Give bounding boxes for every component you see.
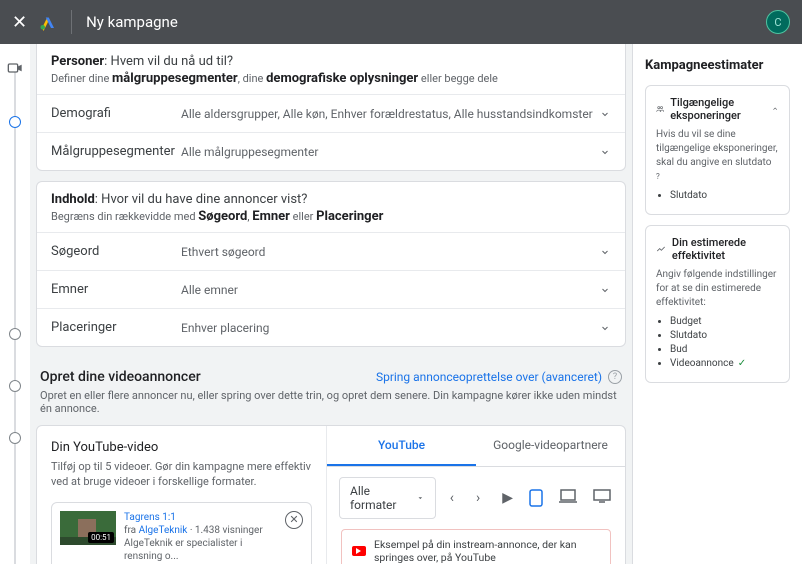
sidebar: Kampagneestimater Tilgængelige eksponeri… [632,44,802,564]
tab-youtube[interactable]: YouTube [327,426,476,466]
step-next-3[interactable] [9,432,21,444]
chevron-down-icon [599,246,611,258]
content-section-header: Indhold: Hvor vil du have dine annoncer … [37,182,625,232]
video-item: 00:51 Tagrens 1:1 fra AlgeTeknik · 1.438… [51,502,312,564]
row-emner[interactable]: Emner Alle emner [37,270,625,308]
check-icon: ✓ [738,358,746,369]
video-channel-link[interactable]: AlgeTeknik [139,525,188,536]
skip-ad-creation-link[interactable]: Spring annonceoprettelse over (avanceret… [376,370,602,384]
app-header: ✕ Ny kampagne C [0,0,802,44]
row-malgruppesegmenter[interactable]: Målgruppesegmenter Alle målgruppesegment… [37,132,625,170]
available-impressions-box: Tilgængelige eksponeringer Hvis du vil s… [645,85,790,215]
device-mobile-icon[interactable] [527,487,545,509]
row-sogeord[interactable]: Søgeord Ethvert søgeord [37,232,625,270]
device-laptop-icon[interactable] [557,487,579,509]
chevron-down-icon [599,284,611,296]
chevron-up-icon[interactable] [771,103,779,115]
video-duration: 00:51 [88,532,114,543]
page-title: Ny kampagne [86,13,178,31]
youtube-icon [352,546,366,556]
sidebar-title: Kampagneestimater [645,58,790,73]
play-button[interactable]: ▶ [494,486,521,510]
help-icon[interactable]: ? [656,171,667,182]
step-next-1[interactable] [9,328,21,340]
row-demografi[interactable]: Demografi Alle aldersgrupper, Alle køn, … [37,94,625,132]
list-item: Slutdato [670,190,779,201]
caret-down-icon [416,493,425,503]
people-section-header: Personer: Hvem vil du nå ud til? Definer… [37,44,625,94]
chevron-down-icon [599,322,611,334]
video-title[interactable]: Tagrens 1:1 [124,511,277,524]
create-ads-subtitle: Opret en eller flere annoncer nu, eller … [36,389,626,425]
people-icon [656,103,664,115]
row-placeringer[interactable]: Placeringer Enhver placering [37,308,625,346]
step-current[interactable] [9,116,21,128]
create-ads-title: Opret dine videoannoncer [40,369,201,385]
list-item: Videoannonce✓ [670,358,779,369]
chart-icon [656,243,666,255]
help-icon[interactable]: ? [608,370,622,384]
list-item: Slutdato [670,330,779,341]
estimated-performance-box: Din estimerede effektivitet Angiv følgen… [645,225,790,383]
format-dropdown[interactable]: Alle formater [339,477,436,519]
next-button[interactable]: › [468,486,488,510]
step-rail [0,44,30,564]
main-content: Personer: Hvem vil du nå ud til? Definer… [30,44,632,564]
video-description: AlgeTeknik er specialister i rensning o.… [124,537,277,563]
video-thumbnail[interactable]: 00:51 [60,511,116,545]
tab-google-video-partners[interactable]: Google-videopartnere [476,426,625,466]
remove-video-icon[interactable]: ✕ [285,511,303,529]
list-item: Bud [670,344,779,355]
device-tv-icon[interactable] [591,487,613,509]
google-ads-logo [39,13,57,31]
step-next-2[interactable] [9,380,21,392]
chevron-down-icon [599,146,611,158]
video-icon [7,60,23,76]
prev-button[interactable]: ‹ [442,486,462,510]
close-icon[interactable]: ✕ [12,12,27,33]
header-divider [71,10,72,34]
youtube-video-heading: Din YouTube-video [51,440,312,455]
preview-banner: Eksempel på din instream-annonce, der ka… [341,529,611,564]
chevron-down-icon [599,108,611,120]
youtube-video-sub: Tilføj op til 5 videoer. Gør din kampagn… [51,459,312,490]
list-item: Budget [670,316,779,327]
avatar[interactable]: C [766,10,790,34]
